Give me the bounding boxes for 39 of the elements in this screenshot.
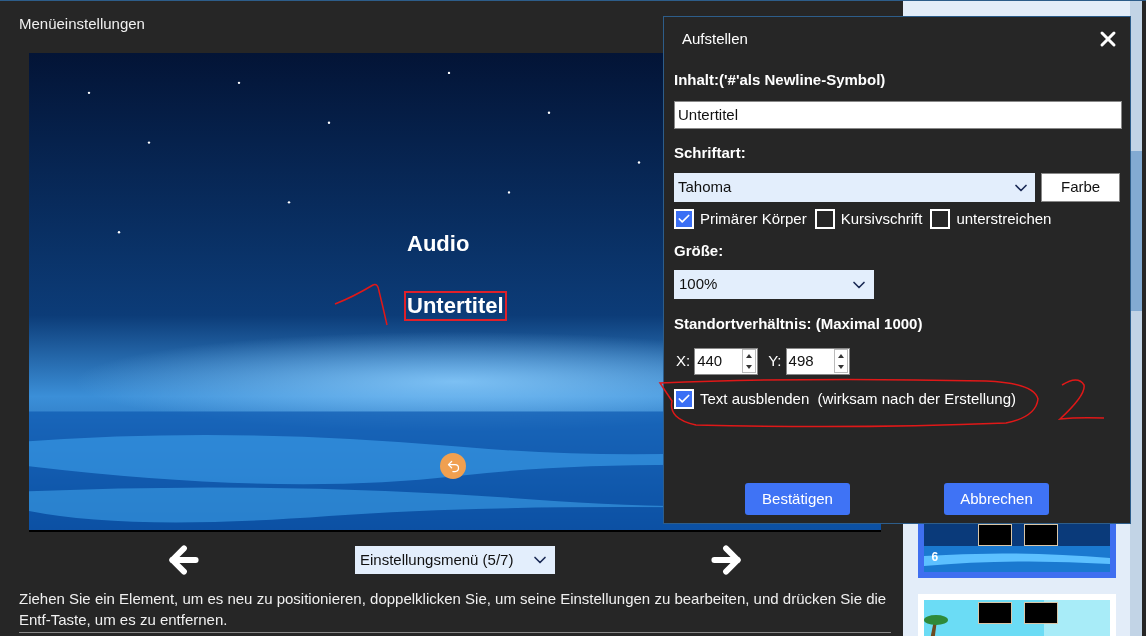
dialog-title: Aufstellen	[682, 28, 748, 49]
checkbox[interactable]	[674, 388, 694, 409]
position-label: Standortverhältnis: (Maximal 1000)	[674, 314, 924, 334]
checkbox-label: Text ausblenden (wirksam nach der Erstellung)	[700, 388, 1016, 409]
up-icon[interactable]	[837, 353, 844, 358]
menu-item-text[interactable]: Untertitel	[404, 291, 507, 321]
number-field[interactable]: 440	[694, 347, 759, 375]
thumbnail-number: 6	[931, 549, 939, 566]
font-select[interactable]: Tahoma	[674, 173, 1036, 202]
up-icon[interactable]	[746, 353, 753, 358]
slot-icon	[977, 524, 1012, 546]
number-field[interactable]: 498	[785, 347, 850, 375]
size-select[interactable]: 100%	[674, 270, 874, 299]
annotation-drawing	[333, 281, 389, 327]
down-icon[interactable]	[837, 364, 844, 369]
dialog-button[interactable]: Bestätigen	[745, 483, 850, 515]
slot-icon	[977, 602, 1012, 624]
slot-icon	[1023, 602, 1058, 624]
font-label: Schriftart:	[674, 142, 747, 163]
checkbox[interactable]	[930, 209, 951, 230]
coordinate-label: Y:	[768, 350, 782, 371]
color-button[interactable]: Farbe	[1041, 173, 1120, 202]
content-label: Inhalt:('#'als Newline-Symbol)	[674, 70, 887, 90]
dialog-button[interactable]: Abbrechen	[944, 483, 1049, 515]
coordinate-label: X:	[676, 350, 691, 371]
size-label: Größe:	[674, 240, 725, 261]
window-title: Menüeinstellungen	[19, 14, 145, 33]
menu-item-text[interactable]: Audio	[404, 229, 473, 259]
checkbox-label: unterstreichen	[956, 209, 1052, 229]
checkbox-label: Kursivschrift	[840, 209, 923, 229]
checkbox-label: Primärer Körper	[700, 209, 807, 229]
instruction-text: Ziehen Sie ein Element, um es neu zu positionieren, doppelklicken Sie, um seine Einstellungen zu bearbeiten, und drücken Sie die Entf-Taste, um es zu entfernen.	[19, 588, 891, 633]
content-field[interactable]: Untertitel	[674, 100, 1122, 129]
checkbox[interactable]	[674, 209, 694, 230]
slot-icon	[1023, 524, 1058, 546]
annotation-drawing	[1058, 377, 1104, 423]
page-select[interactable]: Einstellungsmenü (5/7)	[355, 546, 555, 574]
down-icon[interactable]	[746, 364, 753, 369]
checkbox[interactable]	[814, 209, 835, 230]
